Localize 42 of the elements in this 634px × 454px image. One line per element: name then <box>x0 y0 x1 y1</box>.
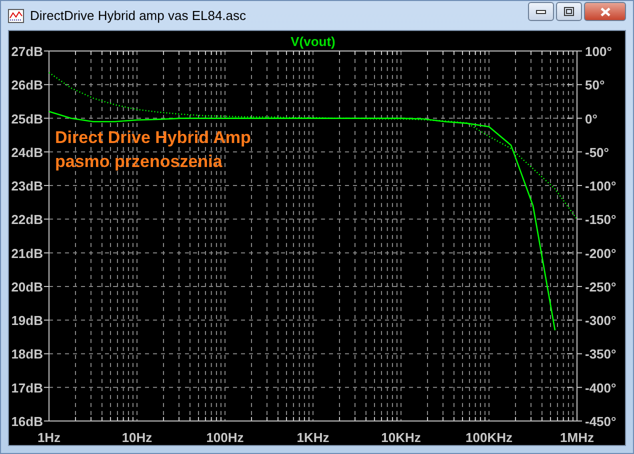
y-axis-label: 22dB <box>11 212 43 228</box>
x-axis-label: 100KHz <box>466 430 512 445</box>
phase-axis-label: -450° <box>585 414 616 429</box>
y-axis-label: 27dB <box>11 44 43 59</box>
y-axis-label: 25dB <box>11 111 43 126</box>
annotation-text: Direct Drive Hybrid Amp <box>55 128 251 147</box>
y-axis-label: 16dB <box>11 414 43 429</box>
phase-axis-label: -200° <box>585 246 616 261</box>
phase-axis-label: -100° <box>585 178 616 194</box>
y-axis-label: 19dB <box>11 313 43 328</box>
y-axis-label: 21dB <box>11 246 43 261</box>
y-axis-label: 20dB <box>11 279 43 294</box>
close-button[interactable] <box>584 2 626 21</box>
annotation-text: pasmo przenoszenia <box>55 152 222 171</box>
phase-axis-label: -400° <box>585 380 616 396</box>
phase-axis-label: -350° <box>585 346 616 362</box>
maximize-button[interactable] <box>556 2 582 21</box>
minimize-icon <box>536 10 546 14</box>
waveform-icon <box>8 8 24 24</box>
phase-axis-label: 0° <box>585 111 598 126</box>
y-axis-label: 24dB <box>11 144 43 160</box>
phase-axis-label: -50° <box>585 144 609 160</box>
maximize-icon <box>564 7 574 16</box>
y-axis-label: 23dB <box>11 178 43 194</box>
x-axis-label: 1Hz <box>37 430 61 445</box>
phase-axis-label: -300° <box>585 313 616 328</box>
x-axis-label: 1KHz <box>296 430 330 445</box>
window-title: DirectDrive Hybrid amp vas EL84.asc <box>30 8 248 23</box>
close-icon <box>600 6 610 16</box>
phase-axis-label: 100° <box>585 44 612 59</box>
x-axis-label: 100Hz <box>206 430 244 445</box>
plot-title: V(vout) <box>290 34 336 49</box>
x-axis-label: 1MHz <box>560 430 594 445</box>
minimize-button[interactable] <box>528 2 554 21</box>
x-axis-label: 10Hz <box>122 430 152 445</box>
x-axis-label: 10KHz <box>381 430 421 445</box>
y-axis-label: 18dB <box>11 346 43 362</box>
phase-axis-label: 50° <box>585 78 605 93</box>
phase-axis-label: -150° <box>585 212 616 228</box>
y-axis-label: 17dB <box>11 380 43 396</box>
phase-axis-label: -250° <box>585 279 616 294</box>
y-axis-label: 26dB <box>11 78 43 93</box>
